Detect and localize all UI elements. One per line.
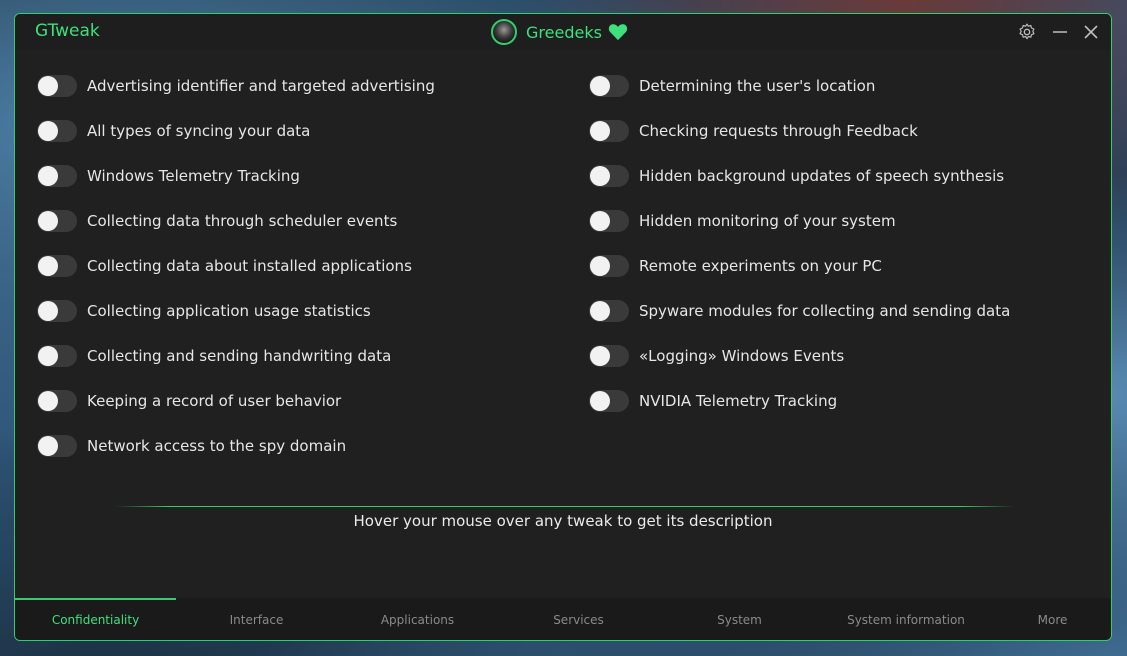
tweak-label: All types of syncing your data xyxy=(87,122,311,140)
tweak-label: Windows Telemetry Tracking xyxy=(87,167,300,185)
tweak-user-behavior[interactable]: Keeping a record of user behavior xyxy=(37,388,341,414)
tweak-spy-domain[interactable]: Network access to the spy domain xyxy=(37,433,346,459)
tweak-logging-events[interactable]: «Logging» Windows Events xyxy=(589,343,844,369)
toggle-knob xyxy=(38,436,58,456)
tweak-remote-experiments[interactable]: Remote experiments on your PC xyxy=(589,253,882,279)
tweak-installed-apps[interactable]: Collecting data about installed applicat… xyxy=(37,253,412,279)
avatar[interactable] xyxy=(491,19,517,45)
tweak-label: Collecting data through scheduler events xyxy=(87,212,398,230)
tweak-label: Remote experiments on your PC xyxy=(639,257,882,275)
toggle-knob xyxy=(38,256,58,276)
tweak-speech-synthesis[interactable]: Hidden background updates of speech synt… xyxy=(589,163,1004,189)
tweak-label: Collecting application usage statistics xyxy=(87,302,371,320)
toggle-knob xyxy=(590,301,610,321)
description-divider xyxy=(115,506,1015,507)
toggle-knob xyxy=(38,121,58,141)
description-hint: Hover your mouse over any tweak to get i… xyxy=(353,512,773,530)
gear-icon[interactable] xyxy=(1017,22,1037,42)
tweak-label: Advertising identifier and targeted adve… xyxy=(87,77,435,95)
tab-interface[interactable]: Interface xyxy=(176,598,337,640)
toggle-switch[interactable] xyxy=(589,390,629,412)
toggle-switch[interactable] xyxy=(37,390,77,412)
toggle-switch[interactable] xyxy=(589,120,629,142)
toggle-switch[interactable] xyxy=(589,165,629,187)
toggle-switch[interactable] xyxy=(589,75,629,97)
toggle-knob xyxy=(38,211,58,231)
tweak-spyware-modules[interactable]: Spyware modules for collecting and sendi… xyxy=(589,298,1010,324)
tweak-system-monitoring[interactable]: Hidden monitoring of your system xyxy=(589,208,896,234)
toggle-switch[interactable] xyxy=(589,345,629,367)
toggle-switch[interactable] xyxy=(37,120,77,142)
tweak-windows-telemetry[interactable]: Windows Telemetry Tracking xyxy=(37,163,300,189)
tweak-label: Determining the user's location xyxy=(639,77,876,95)
tweak-label: Hidden background updates of speech synt… xyxy=(639,167,1005,185)
tweak-label: «Logging» Windows Events xyxy=(639,347,845,365)
toggle-switch[interactable] xyxy=(589,210,629,232)
tweak-usage-statistics[interactable]: Collecting application usage statistics xyxy=(37,298,371,324)
tweak-label: NVIDIA Telemetry Tracking xyxy=(639,392,838,410)
toggle-switch[interactable] xyxy=(37,75,77,97)
title-bar: GTweak Greedeks xyxy=(15,14,1111,50)
toggle-knob xyxy=(590,121,610,141)
user-profile[interactable]: Greedeks xyxy=(491,17,628,47)
tweak-label: Collecting data about installed applicat… xyxy=(87,257,412,275)
toggle-knob xyxy=(38,76,58,96)
tweak-handwriting-data[interactable]: Collecting and sending handwriting data xyxy=(37,343,391,369)
toggle-switch[interactable] xyxy=(37,300,77,322)
toggle-knob xyxy=(590,166,610,186)
close-icon[interactable] xyxy=(1081,22,1101,42)
toggle-switch[interactable] xyxy=(37,210,77,232)
toggle-knob xyxy=(590,211,610,231)
tab-more[interactable]: More xyxy=(992,598,1111,640)
tab-applications[interactable]: Applications xyxy=(337,598,498,640)
heart-icon xyxy=(608,24,628,41)
toggle-knob xyxy=(590,76,610,96)
tab-system-information[interactable]: System information xyxy=(820,598,992,640)
tweak-label: Collecting and sending handwriting data xyxy=(87,347,392,365)
confidentiality-panel: Advertising identifier and targeted adve… xyxy=(15,50,1111,600)
toggle-switch[interactable] xyxy=(37,345,77,367)
tab-confidentiality[interactable]: Confidentiality xyxy=(15,598,176,640)
tab-services[interactable]: Services xyxy=(498,598,659,640)
username: Greedeks xyxy=(526,22,602,42)
bottom-tab-bar: Confidentiality Interface Applications S… xyxy=(15,598,1111,640)
tweak-label: Hidden monitoring of your system xyxy=(639,212,896,230)
toggle-switch[interactable] xyxy=(37,255,77,277)
app-title: GTweak xyxy=(35,21,100,41)
toggle-knob xyxy=(38,346,58,366)
tweak-advertising-identifier[interactable]: Advertising identifier and targeted adve… xyxy=(37,73,435,99)
toggle-knob xyxy=(590,391,610,411)
tweak-scheduler-events[interactable]: Collecting data through scheduler events xyxy=(37,208,397,234)
toggle-knob xyxy=(590,256,610,276)
toggle-switch[interactable] xyxy=(37,165,77,187)
tweak-feedback-requests[interactable]: Checking requests through Feedback xyxy=(589,118,918,144)
tweak-label: Checking requests through Feedback xyxy=(639,122,918,140)
toggle-knob xyxy=(38,301,58,321)
tweak-label: Keeping a record of user behavior xyxy=(87,392,342,410)
toggle-switch[interactable] xyxy=(589,255,629,277)
tweak-label: Network access to the spy domain xyxy=(87,437,347,455)
tweak-nvidia-telemetry[interactable]: NVIDIA Telemetry Tracking xyxy=(589,388,837,414)
tab-system[interactable]: System xyxy=(659,598,820,640)
toggle-switch[interactable] xyxy=(37,435,77,457)
toggle-knob xyxy=(38,391,58,411)
tweak-label: Spyware modules for collecting and sendi… xyxy=(639,302,1011,320)
main-window: GTweak Greedeks Advertising identifier a… xyxy=(14,13,1112,641)
toggle-knob xyxy=(590,346,610,366)
toggle-knob xyxy=(38,166,58,186)
toggle-switch[interactable] xyxy=(589,300,629,322)
tweak-syncing-data[interactable]: All types of syncing your data xyxy=(37,118,310,144)
minimize-icon[interactable] xyxy=(1050,22,1070,42)
tweak-user-location[interactable]: Determining the user's location xyxy=(589,73,875,99)
